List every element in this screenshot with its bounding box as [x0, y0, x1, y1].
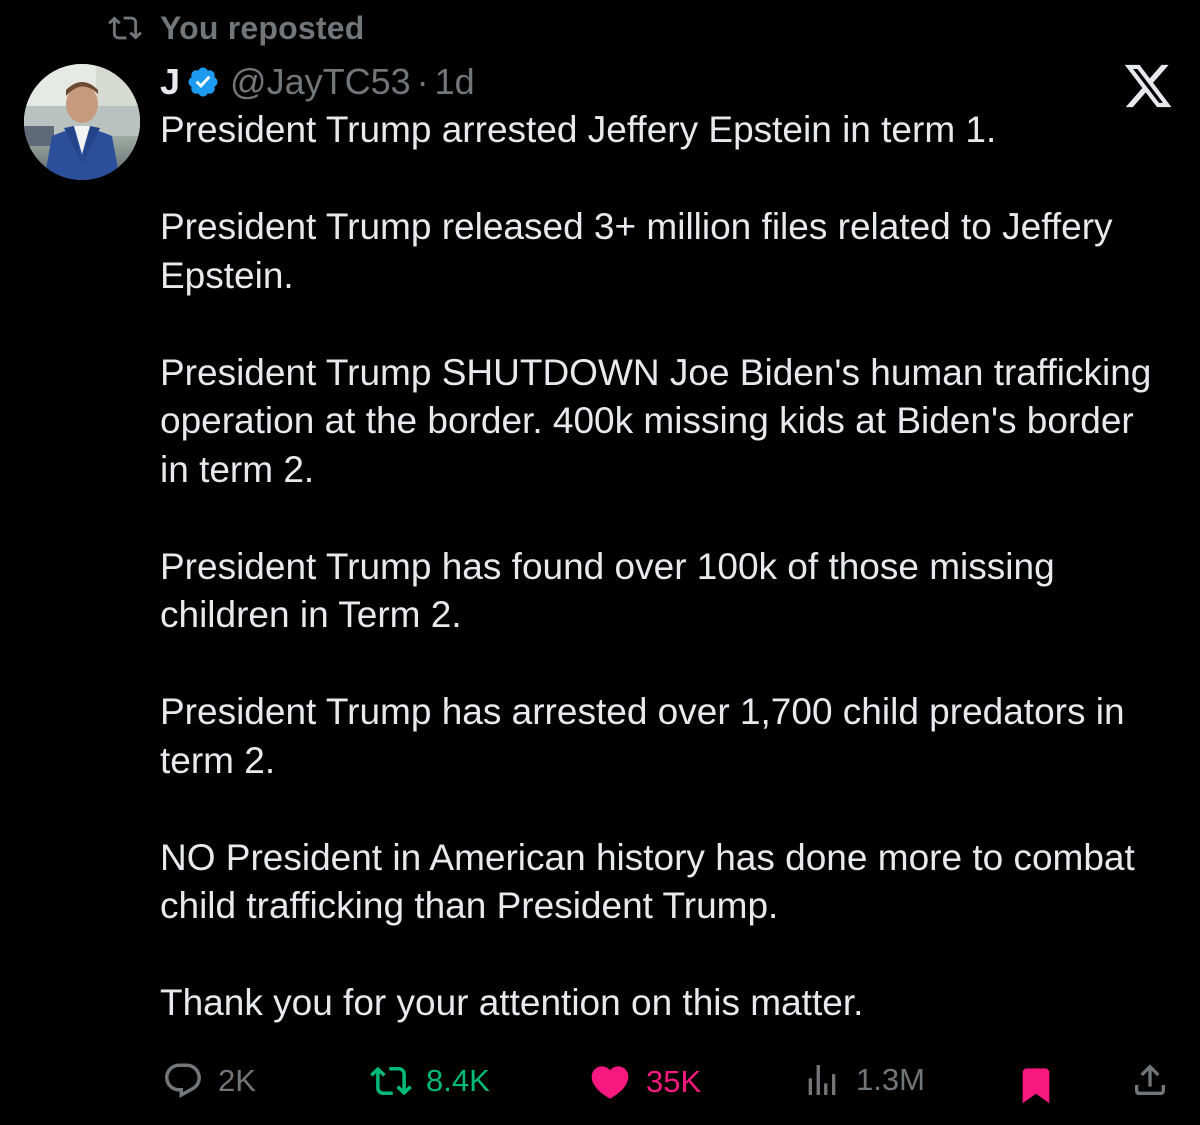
- like-count: 35K: [646, 1064, 702, 1099]
- bookmark-icon: [1022, 1068, 1050, 1104]
- reply-count: 2K: [218, 1063, 256, 1098]
- tweet-paragraph: President Trump released 3+ million file…: [160, 206, 1113, 296]
- tweet-card[interactable]: You reposted J @JayTC53 · 1d President T…: [0, 0, 1200, 1125]
- separator-dot: ·: [416, 61, 429, 102]
- like-button[interactable]: 35K: [588, 1060, 701, 1104]
- tweet-paragraph: Thank you for your attention on this mat…: [160, 982, 864, 1023]
- repost-icon: [370, 1066, 412, 1096]
- author-handle[interactable]: @JayTC53: [230, 61, 411, 103]
- repost-icon: [108, 16, 142, 40]
- repost-banner-text: You reposted: [160, 9, 365, 46]
- x-logo-icon: [1124, 64, 1172, 108]
- views-count: 1.3M: [856, 1062, 925, 1097]
- avatar[interactable]: [24, 64, 140, 180]
- tweet-paragraph: President Trump arrested Jeffery Epstein…: [160, 109, 997, 150]
- share-button[interactable]: [1130, 1060, 1170, 1100]
- repost-button[interactable]: 8.4K: [370, 1060, 490, 1102]
- action-bar: 2K 8.4K 35K 1.3M: [0, 1052, 1200, 1112]
- tweet-paragraph: President Trump has arrested over 1,700 …: [160, 691, 1125, 781]
- reply-button[interactable]: 2K: [162, 1060, 256, 1102]
- views-chart-icon: [808, 1065, 836, 1095]
- share-icon: [1135, 1064, 1165, 1095]
- avatar-photo: [24, 64, 140, 180]
- bookmark-button[interactable]: [1016, 1064, 1056, 1106]
- tweet-header: J @JayTC53 · 1d: [160, 58, 475, 106]
- tweet-paragraph: NO President in American history has don…: [160, 836, 1135, 927]
- heart-icon: [591, 1066, 629, 1099]
- author-name[interactable]: J: [160, 61, 180, 103]
- tweet-text: President Trump arrested Jeffery Epstein…: [160, 106, 1160, 1028]
- repost-count: 8.4K: [426, 1063, 490, 1098]
- timestamp[interactable]: 1d: [435, 61, 475, 103]
- reply-icon: [165, 1063, 201, 1098]
- repost-banner: You reposted: [106, 8, 365, 48]
- views-button[interactable]: 1.3M: [802, 1060, 925, 1100]
- tweet-paragraph: President Trump has found over 100k of t…: [160, 545, 1055, 636]
- verified-badge-icon: [186, 65, 220, 99]
- tweet-paragraph: President Trump SHUTDOWN Joe Biden's hum…: [160, 351, 1152, 490]
